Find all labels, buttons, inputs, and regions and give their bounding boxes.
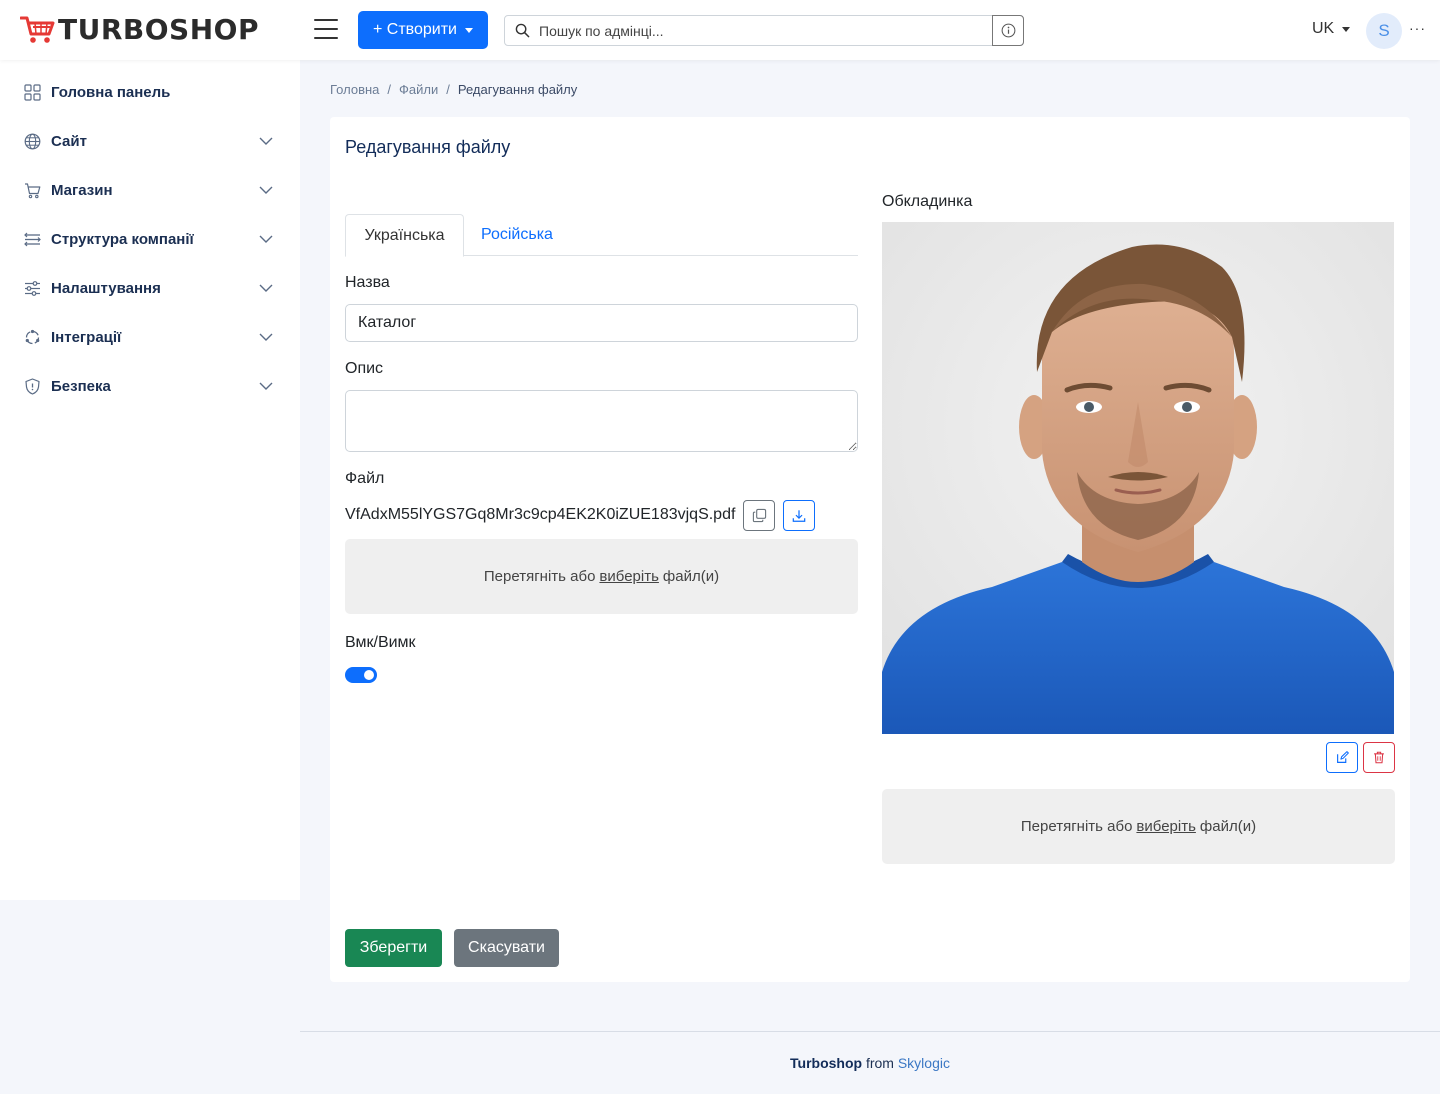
language-tabs: Українська Російська — [345, 214, 858, 257]
trash-icon — [1374, 751, 1384, 764]
edit-cover-button[interactable] — [1326, 742, 1358, 773]
cancel-button[interactable]: Скасувати — [454, 929, 559, 967]
copy-icon — [752, 508, 766, 523]
tab-russian[interactable]: Російська — [465, 214, 569, 256]
sidebar-item-settings[interactable]: Налаштування — [0, 268, 300, 308]
dropzone-text: Перетягніть або — [1020, 818, 1133, 835]
footer-from: from — [865, 1055, 894, 1071]
cart-icon — [25, 183, 41, 199]
menu-toggle-icon[interactable] — [314, 19, 338, 41]
dashboard-icon — [24, 84, 41, 101]
chevron-down-icon — [259, 382, 273, 390]
chevron-down-icon — [259, 137, 273, 145]
sidebar-item-company-structure[interactable]: Структура компанії — [0, 219, 300, 259]
dropzone-choose-link[interactable]: виберіть — [599, 568, 658, 585]
cart-logo-icon — [20, 16, 55, 43]
cover-image — [882, 222, 1394, 734]
footer-brand: Turboshop — [790, 1055, 863, 1071]
copy-button[interactable] — [743, 500, 775, 531]
breadcrumb: Головна / Файли / Редагування файлу — [330, 82, 577, 97]
breadcrumb-separator: / — [387, 82, 392, 97]
structure-icon — [24, 232, 41, 247]
file-name: VfAdxM55lYGS7Gq8Mr3c9cp4EK2K0iZUE183vjqS… — [345, 506, 736, 523]
language-selector[interactable]: UK — [1312, 20, 1351, 38]
search-input[interactable] — [539, 22, 992, 39]
more-icon[interactable]: ··· — [1409, 20, 1426, 36]
download-icon — [792, 509, 806, 522]
sidebar-item-shop[interactable]: Магазин — [0, 170, 300, 210]
sidebar-item-site[interactable]: Сайт — [0, 121, 300, 161]
edit-icon — [1336, 751, 1349, 763]
person-photo — [882, 222, 1394, 734]
breadcrumb-home[interactable]: Головна — [330, 82, 379, 97]
toggle-label: Вмк/Вимк — [345, 634, 416, 651]
globe-icon — [24, 133, 41, 150]
footer: Turboshop from Skylogic — [300, 1055, 1440, 1071]
logo-text: TURBOSHOP — [58, 13, 259, 46]
caret-down-icon — [465, 27, 473, 33]
dropzone-text: файл(и) — [1199, 818, 1257, 835]
save-button[interactable]: Зберегти — [345, 929, 442, 967]
description-label: Опис — [345, 360, 384, 377]
chevron-down-icon — [259, 333, 273, 341]
search-box — [504, 15, 1024, 46]
delete-cover-button[interactable] — [1363, 742, 1395, 773]
download-button[interactable] — [783, 500, 815, 531]
shield-icon — [25, 378, 40, 395]
dropzone-text: Перетягніть або — [483, 568, 596, 585]
language-label: UK — [1312, 20, 1335, 37]
dropzone-text: файл(и) — [662, 568, 720, 585]
sidebar-item-label: Безпека — [51, 377, 111, 395]
sidebar: Головна панель Сайт Магазин Структура ко… — [0, 60, 300, 900]
avatar[interactable]: S — [1366, 13, 1402, 49]
top-bar: TURBOSHOP + Створити UK S ··· — [0, 0, 1440, 60]
edit-file-card: Редагування файлу Українська Російська Н… — [330, 117, 1410, 982]
sidebar-item-label: Налаштування — [51, 279, 161, 297]
page-title: Редагування файлу — [345, 137, 511, 157]
breadcrumb-separator: / — [446, 82, 450, 97]
name-input[interactable] — [345, 304, 858, 342]
sidebar-item-label: Сайт — [51, 132, 87, 150]
chevron-down-icon — [259, 186, 273, 194]
search-icon — [505, 16, 539, 45]
cover-dropzone[interactable]: Перетягніть або виберіть файл(и) — [882, 789, 1395, 864]
description-textarea[interactable] — [345, 390, 858, 452]
tab-ukrainian[interactable]: Українська — [345, 214, 464, 257]
create-button[interactable]: + Створити — [358, 11, 488, 49]
sliders-icon — [25, 281, 40, 296]
sidebar-item-label: Структура компанії — [51, 230, 194, 248]
sidebar-item-integrations[interactable]: Інтеграції — [0, 317, 300, 357]
toggle-knob — [364, 670, 374, 680]
breadcrumb-files[interactable]: Файли — [399, 82, 438, 97]
sidebar-item-security[interactable]: Безпека — [0, 366, 300, 406]
name-label: Назва — [345, 274, 390, 291]
dropzone-choose-link[interactable]: виберіть — [1136, 818, 1195, 835]
chevron-down-icon — [259, 235, 273, 243]
breadcrumb-current: Редагування файлу — [457, 82, 578, 97]
caret-down-icon — [1342, 26, 1351, 32]
sidebar-item-dashboard[interactable]: Головна панель — [0, 72, 300, 112]
sidebar-item-label: Інтеграції — [51, 328, 122, 346]
info-icon[interactable] — [992, 15, 1024, 46]
footer-divider — [300, 1031, 1440, 1032]
file-label: Файл — [345, 470, 385, 487]
chevron-down-icon — [259, 284, 273, 292]
footer-company-link[interactable]: Skylogic — [898, 1055, 950, 1071]
cover-label: Обкладинка — [882, 193, 973, 210]
active-toggle[interactable] — [345, 667, 377, 683]
create-button-label: + Створити — [373, 21, 457, 38]
sidebar-item-label: Головна панель — [51, 83, 171, 101]
logo[interactable]: TURBOSHOP — [20, 14, 259, 46]
sidebar-item-label: Магазин — [51, 181, 113, 199]
file-dropzone[interactable]: Перетягніть або виберіть файл(и) — [345, 539, 858, 614]
integrations-icon — [25, 329, 40, 345]
